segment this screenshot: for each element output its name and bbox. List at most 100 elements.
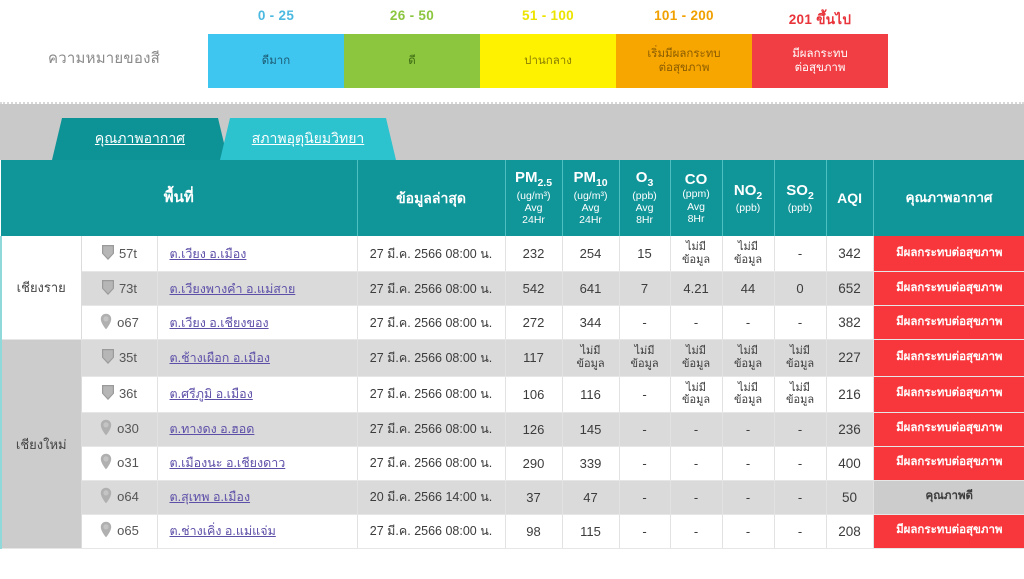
station-link[interactable]: ต.ช้างเผือก อ.เมือง (170, 351, 270, 365)
station-id-cell: 36t (81, 376, 157, 412)
pollutant-symbol: PM2.5 (508, 169, 560, 189)
station-id-label: o64 (117, 489, 139, 504)
so2-value: ไม่มีข้อมูล (774, 340, 826, 376)
latest-data-time: 27 มี.ค. 2566 08:00 น. (357, 412, 505, 446)
legend-swatch-label: มีผลกระทบ (792, 47, 848, 61)
tab-bar: คุณภาพอากาศ สภาพอุตุนิยมวิทยา (0, 104, 1024, 160)
tab-air-quality[interactable]: คุณภาพอากาศ (52, 118, 228, 160)
no2-value: - (722, 412, 774, 446)
co-value: - (670, 514, 722, 548)
pollutant-unit: (ppb) (777, 202, 824, 214)
shield-marker-icon (101, 348, 115, 368)
so2-value: - (774, 480, 826, 514)
legend-range-label: 51 - 100 (480, 8, 616, 23)
station-link[interactable]: ต.สุเทพ อ.เมือง (170, 490, 251, 504)
latest-data-time: 27 มี.ค. 2566 08:00 น. (357, 236, 505, 272)
air-quality-status-badge: มีผลกระทบต่อสุขภาพ (873, 306, 1024, 340)
map-pin-icon (99, 313, 113, 333)
color-legend-section: ความหมายของสี 0 - 25ดีมาก26 - 50ดี51 - 1… (0, 0, 1024, 104)
station-id-label: o30 (117, 421, 139, 436)
pollutant-symbol: PM10 (565, 169, 617, 189)
no2-value: ไม่มีข้อมูล (722, 236, 774, 272)
station-link[interactable]: ต.ศรีภูมิ อ.เมือง (170, 387, 253, 401)
station-link[interactable]: ต.เวียง อ.เมือง (170, 247, 247, 261)
map-pin-icon (99, 453, 113, 473)
pollutant-symbol: NO2 (725, 182, 772, 202)
air-quality-status-badge: มีผลกระทบต่อสุขภาพ (873, 412, 1024, 446)
latest-data-time: 20 มี.ค. 2566 14:00 น. (357, 480, 505, 514)
station-name-cell: ต.ช่างเคิ่ง อ.แม่แจ่ม (157, 514, 357, 548)
shield-marker-icon (101, 384, 115, 404)
station-id-label: o65 (117, 523, 139, 538)
so2-value: - (774, 412, 826, 446)
so2-value: ไม่มีข้อมูล (774, 376, 826, 412)
legend-range-label: 101 - 200 (616, 8, 752, 23)
pollutant-unit: Avg (565, 202, 617, 214)
legend-swatch-label: เริ่มมีผลกระทบ (647, 47, 720, 61)
tab-meteorology[interactable]: สภาพอุตุนิยมวิทยา (220, 118, 396, 160)
table-row: o67 ต.เวียง อ.เชียงของ 27 มี.ค. 2566 08:00… (1, 306, 1024, 340)
o3-value: - (619, 306, 670, 340)
aqi-value: 227 (826, 340, 873, 376)
air-quality-status-badge: มีผลกระทบต่อสุขภาพ (873, 272, 1024, 306)
co-value: - (670, 412, 722, 446)
legend-color-swatch: ดี (344, 34, 480, 88)
air-quality-status-badge: คุณภาพดี (873, 480, 1024, 514)
station-id-label: o67 (117, 315, 139, 330)
pm25-value: 106 (505, 376, 562, 412)
station-id-cell: 35t (81, 340, 157, 376)
o3-value: - (619, 480, 670, 514)
header-pollutant-so2: SO2(ppb) (774, 160, 826, 236)
latest-data-time: 27 มี.ค. 2566 08:00 น. (357, 306, 505, 340)
table-row: o65ต.ช่างเคิ่ง อ.แม่แจ่ม27 มี.ค. 2566 08… (1, 514, 1024, 548)
station-link[interactable]: ต.เมืองนะ อ.เชียงดาว (170, 456, 286, 470)
station-name-cell: ต.ศรีภูมิ อ.เมือง (157, 376, 357, 412)
no2-value: ไม่มีข้อมูล (722, 376, 774, 412)
station-link[interactable]: ต.เวียงพางคำ อ.แม่สาย (170, 282, 296, 296)
station-name-cell: ต.เวียง อ.เชียงของ (157, 306, 357, 340)
co-value: ไม่มีข้อมูล (670, 340, 722, 376)
o3-value: - (619, 514, 670, 548)
pollutant-unit: Avg (508, 202, 560, 214)
table-body: เชียงราย57tต.เวียง อ.เมือง27 มี.ค. 2566 … (1, 236, 1024, 548)
table-row: เชียงราย57tต.เวียง อ.เมือง27 มี.ค. 2566 … (1, 236, 1024, 272)
aqi-value: 400 (826, 446, 873, 480)
latest-data-time: 27 มี.ค. 2566 08:00 น. (357, 340, 505, 376)
legend-item-4: 201 ขึ้นไปมีผลกระทบต่อสุขภาพ (752, 34, 888, 88)
pm10-value: 254 (562, 236, 619, 272)
so2-value: - (774, 306, 826, 340)
pm10-value: 115 (562, 514, 619, 548)
o3-value: 15 (619, 236, 670, 272)
station-name-cell: ต.ทางดง อ.ฮอด (157, 412, 357, 446)
station-id-label: 36t (119, 386, 137, 401)
station-link[interactable]: ต.ทางดง อ.ฮอด (170, 422, 255, 436)
shield-marker-icon (101, 244, 115, 264)
legend-item-2: 51 - 100ปานกลาง (480, 34, 616, 88)
station-link[interactable]: ต.เวียง อ.เชียงของ (170, 316, 269, 330)
legend-title: ความหมายของสี (0, 46, 208, 88)
table-row: 36tต.ศรีภูมิ อ.เมือง27 มี.ค. 2566 08:00 … (1, 376, 1024, 412)
pm25-value: 126 (505, 412, 562, 446)
so2-value: 0 (774, 272, 826, 306)
station-link[interactable]: ต.ช่างเคิ่ง อ.แม่แจ่ม (170, 524, 276, 538)
aqi-value: 342 (826, 236, 873, 272)
station-name-cell: ต.เวียง อ.เมือง (157, 236, 357, 272)
o3-value: ไม่มีข้อมูล (619, 340, 670, 376)
pm25-value: 232 (505, 236, 562, 272)
pollutant-unit: (ppb) (622, 190, 668, 202)
so2-value: - (774, 236, 826, 272)
aqi-value: 382 (826, 306, 873, 340)
air-quality-status-badge: มีผลกระทบต่อสุขภาพ (873, 340, 1024, 376)
province-cell: เชียงใหม่ (1, 340, 81, 549)
pm25-value: 542 (505, 272, 562, 306)
station-id-label: 73t (119, 281, 137, 296)
table-row: o64 ต.สุเทพ อ.เมือง 20 มี.ค. 2566 14:00 น.… (1, 480, 1024, 514)
pollutant-unit: (ug/m³) (508, 190, 560, 202)
o3-value: - (619, 412, 670, 446)
air-quality-status-badge: มีผลกระทบต่อสุขภาพ (873, 514, 1024, 548)
map-pin-icon (99, 419, 113, 439)
pm10-value: 641 (562, 272, 619, 306)
o3-value: - (619, 376, 670, 412)
co-value: ไม่มีข้อมูล (670, 376, 722, 412)
pm10-value: 344 (562, 306, 619, 340)
